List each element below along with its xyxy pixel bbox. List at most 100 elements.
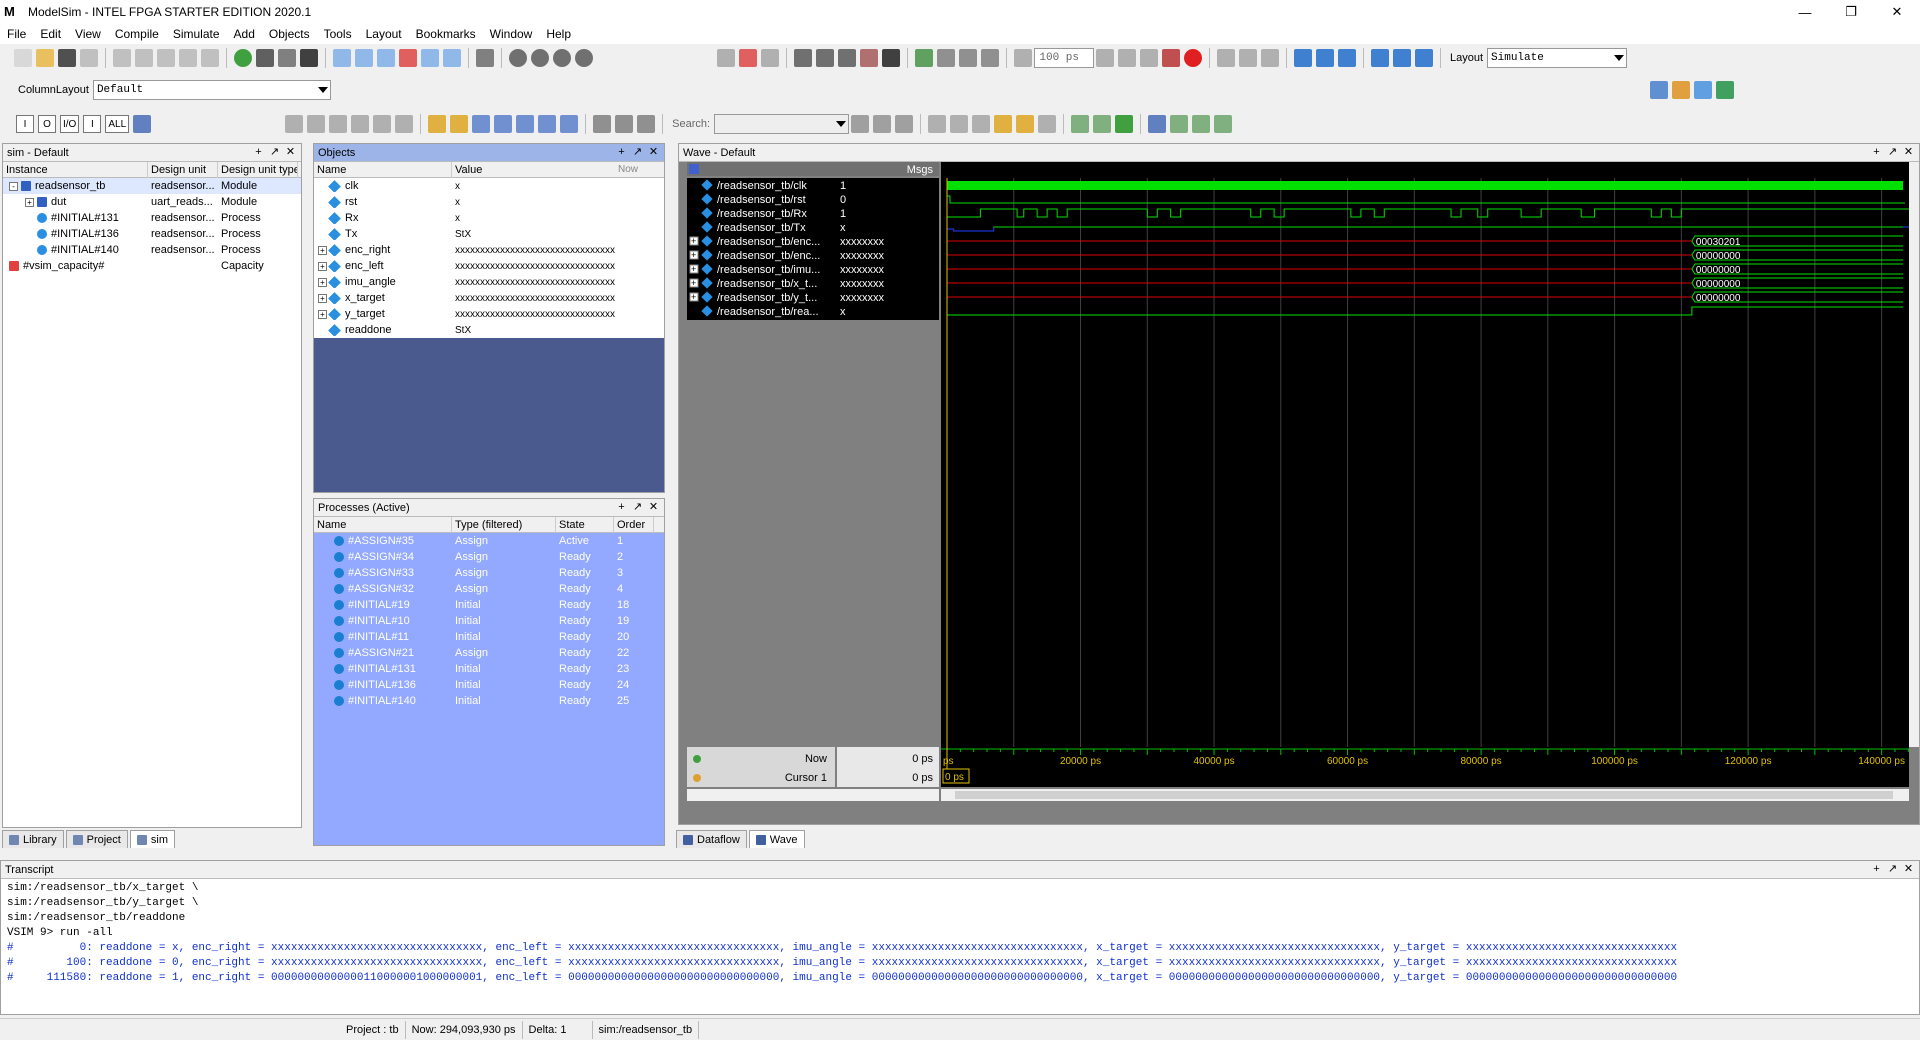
- expand-icon[interactable]: +: [25, 197, 34, 207]
- menu-file[interactable]: File: [0, 27, 33, 41]
- vertical-scrollbar[interactable]: [1909, 162, 1920, 747]
- sim-tree-row[interactable]: - readsensor_tb readsensor... Module: [3, 178, 301, 194]
- trace-input-icon[interactable]: [593, 115, 612, 133]
- add-icon[interactable]: [234, 49, 252, 67]
- menu-edit[interactable]: Edit: [33, 27, 68, 41]
- close-panel-icon[interactable]: ✕: [647, 501, 660, 514]
- process-row[interactable]: #ASSIGN#34 Assign Ready 2: [314, 549, 664, 565]
- name-scrollbar[interactable]: [687, 789, 939, 801]
- wave-edit-icon[interactable]: [1170, 115, 1189, 133]
- expand-icon[interactable]: +: [318, 293, 327, 303]
- restore-icon[interactable]: [1217, 49, 1235, 67]
- cursor-del-icon[interactable]: [450, 115, 469, 133]
- search-input[interactable]: [714, 114, 850, 134]
- object-row[interactable]: + y_target xxxxxxxxxxxxxxxxxxxxxxxxxxxxxxx…: [314, 306, 664, 322]
- continue-icon[interactable]: [443, 49, 461, 67]
- expand-icon[interactable]: +: [318, 277, 327, 287]
- close-panel-icon[interactable]: ✕: [1902, 863, 1915, 876]
- layout-select[interactable]: Simulate: [1487, 48, 1628, 68]
- signal-menu-icon[interactable]: [689, 164, 699, 174]
- edge-any-icon[interactable]: [560, 115, 579, 133]
- compile-icon[interactable]: [794, 49, 812, 67]
- tab-project[interactable]: Project: [65, 830, 128, 848]
- process-col-header[interactable]: Name: [314, 516, 452, 533]
- process-row[interactable]: #ASSIGN#21 Assign Ready 22: [314, 645, 664, 661]
- search-icon[interactable]: [851, 115, 870, 133]
- wave-signal-name[interactable]: /readsensor_tb/imu...: [717, 264, 820, 276]
- object-row[interactable]: readdone StX: [314, 322, 664, 338]
- run-length-icon[interactable]: [1014, 49, 1032, 67]
- stop-icon[interactable]: [1184, 49, 1202, 67]
- edge-fall-icon[interactable]: [516, 115, 535, 133]
- process-row[interactable]: #ASSIGN#32 Assign Ready 4: [314, 581, 664, 597]
- find-icon[interactable]: [256, 49, 274, 67]
- process-col-header[interactable]: State: [556, 516, 614, 533]
- minimize-button[interactable]: —: [1782, 0, 1828, 24]
- gear-icon[interactable]: [531, 49, 549, 67]
- undock-icon[interactable]: ↗: [1886, 146, 1899, 159]
- transcript-prompt[interactable]: [1, 986, 1919, 1001]
- step-out-sel-icon[interactable]: [1415, 49, 1433, 67]
- step-back-icon[interactable]: [355, 49, 373, 67]
- menu-objects[interactable]: Objects: [262, 27, 317, 41]
- delete-icon[interactable]: [739, 49, 757, 67]
- wave-signal-name[interactable]: /readsensor_tb/rst: [717, 194, 806, 206]
- zoom-in-icon[interactable]: [928, 115, 947, 133]
- sim-tree-row[interactable]: + dut uart_reads... Module: [3, 194, 301, 210]
- dock-icon[interactable]: +: [1870, 146, 1883, 159]
- expand-icon[interactable]: +: [318, 309, 327, 319]
- close-panel-icon[interactable]: ✕: [284, 146, 297, 159]
- end-sim-icon[interactable]: [882, 49, 900, 67]
- save-icon[interactable]: [58, 49, 76, 67]
- search-options-icon[interactable]: [895, 115, 914, 133]
- wave-signal-name[interactable]: /readsensor_tb/x_t...: [717, 278, 817, 290]
- step-out2-icon[interactable]: [1338, 49, 1356, 67]
- wave-export-icon[interactable]: [1716, 81, 1734, 99]
- cursor-add-icon[interactable]: [428, 115, 447, 133]
- sim-tree-row[interactable]: #INITIAL#140 readsensor... Process: [3, 242, 301, 258]
- list-icon[interactable]: [278, 49, 296, 67]
- column-layout-select[interactable]: Default: [92, 80, 331, 100]
- zoom-cursors-icon[interactable]: [1016, 115, 1035, 133]
- process-col-header[interactable]: Order: [614, 516, 654, 533]
- wave-signal-name[interactable]: /readsensor_tb/enc...: [717, 236, 820, 248]
- menu-layout[interactable]: Layout: [359, 27, 409, 41]
- object-row[interactable]: rst x: [314, 194, 664, 210]
- object-row[interactable]: + enc_left xxxxxxxxxxxxxxxxxxxxxxxxxxxxxxx…: [314, 258, 664, 274]
- sim-col-header[interactable]: Design unit: [148, 161, 218, 178]
- memory-icon[interactable]: [476, 49, 494, 67]
- tab-library[interactable]: Library: [2, 830, 64, 848]
- object-row[interactable]: + enc_right xxxxxxxxxxxxxxxxxxxxxxxxxxxxxx…: [314, 242, 664, 258]
- undock-icon[interactable]: ↗: [268, 146, 281, 159]
- process-row[interactable]: #INITIAL#140 Initial Ready 25: [314, 693, 664, 709]
- collapse-icon[interactable]: [1093, 115, 1112, 133]
- wave-signal-name[interactable]: /readsensor_tb/enc...: [717, 250, 820, 262]
- wave-signal-name[interactable]: /readsensor_tb/rea...: [717, 306, 819, 318]
- run-all-icon[interactable]: [1140, 49, 1158, 67]
- compile-all-icon[interactable]: [816, 49, 834, 67]
- search-prev-icon[interactable]: [873, 115, 892, 133]
- expand-icon[interactable]: +: [318, 245, 327, 255]
- undo-icon[interactable]: [179, 49, 197, 67]
- zoom-range-icon[interactable]: [1038, 115, 1057, 133]
- up-arrow-icon[interactable]: [937, 49, 955, 67]
- mode-button-3[interactable]: I: [83, 115, 102, 133]
- process-row[interactable]: #ASSIGN#33 Assign Ready 3: [314, 565, 664, 581]
- performance-icon[interactable]: [1239, 49, 1257, 67]
- menu-bookmarks[interactable]: Bookmarks: [409, 27, 483, 41]
- object-row[interactable]: Tx StX: [314, 226, 664, 242]
- step-over-icon[interactable]: [377, 49, 395, 67]
- trace-forward-icon[interactable]: [637, 115, 656, 133]
- lock-cursor-icon[interactable]: [693, 774, 701, 782]
- sim-tree-row[interactable]: #INITIAL#136 readsensor... Process: [3, 226, 301, 242]
- undock-icon[interactable]: ↗: [1886, 863, 1899, 876]
- sim-tree-row[interactable]: #INITIAL#131 readsensor... Process: [3, 210, 301, 226]
- distribute-icon[interactable]: [373, 115, 392, 133]
- mode-button-4[interactable]: ALL: [105, 115, 130, 133]
- redo-icon[interactable]: [201, 49, 219, 67]
- close-panel-icon[interactable]: ✕: [1902, 146, 1915, 159]
- cut-icon[interactable]: [113, 49, 131, 67]
- wave-signal-name[interactable]: /readsensor_tb/y_t...: [717, 292, 817, 304]
- add-cursor-icon[interactable]: [693, 755, 701, 763]
- process-row[interactable]: #INITIAL#10 Initial Ready 19: [314, 613, 664, 629]
